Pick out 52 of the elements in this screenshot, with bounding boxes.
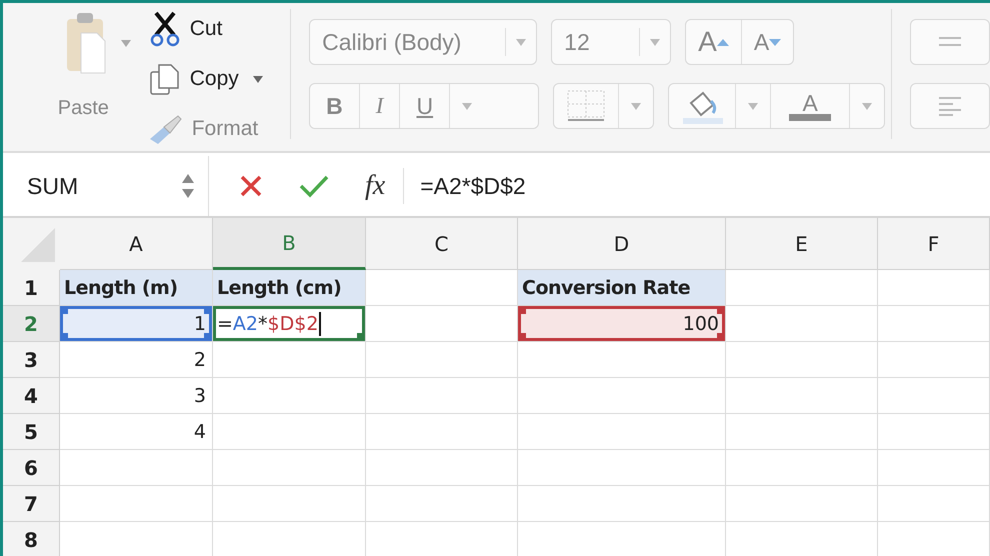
triangle-down-icon: [769, 38, 782, 46]
check-icon: [299, 174, 329, 198]
table-cell: 2: [60, 342, 213, 378]
spinner-arrows-icon: [182, 173, 194, 199]
align-left-button[interactable]: [910, 83, 990, 129]
cut-button[interactable]: Cut: [148, 9, 284, 49]
color-bar: [789, 114, 832, 120]
caret-icon: [862, 102, 872, 110]
caret-icon: [462, 102, 472, 110]
align-left-icon: [937, 96, 964, 116]
row-header[interactable]: 3: [3, 342, 60, 378]
copy-button[interactable]: Copy: [148, 59, 284, 99]
row-header[interactable]: 8: [3, 522, 60, 556]
table-cell: Length (m): [60, 270, 213, 306]
column-header[interactable]: D: [518, 218, 726, 270]
column-header[interactable]: C: [366, 218, 518, 270]
row-header[interactable]: 4: [3, 378, 60, 414]
cell-editor[interactable]: =A2*$D$2: [217, 312, 322, 336]
table-cell: Conversion Rate: [518, 270, 726, 306]
formula-input[interactable]: =A2*$D$2: [420, 172, 526, 200]
copy-icon: [148, 62, 182, 96]
cell-text: 100: [682, 312, 719, 334]
caret-icon: [121, 40, 132, 46]
enter-button[interactable]: [299, 174, 329, 198]
row-header[interactable]: 5: [3, 414, 60, 450]
borders-icon: [566, 89, 606, 123]
row-header[interactable]: 6: [3, 450, 60, 486]
triangle-up-icon: [716, 38, 729, 46]
lines-icon: [937, 36, 964, 48]
insert-function-button[interactable]: fx: [365, 168, 404, 204]
caret-icon: [748, 102, 758, 110]
caret-icon: [631, 102, 642, 110]
close-icon: [239, 174, 263, 198]
table-cell: 3: [60, 378, 213, 414]
brush-icon: [148, 113, 184, 145]
column-header[interactable]: F: [878, 218, 990, 270]
clipboard-icon: [65, 11, 108, 75]
name-box[interactable]: SUM: [3, 156, 209, 216]
row-header[interactable]: 1: [3, 270, 60, 306]
table-cell: Length (cm): [213, 270, 366, 306]
column-header[interactable]: A: [60, 218, 213, 270]
cancel-button[interactable]: [239, 174, 263, 198]
column-header[interactable]: B: [213, 218, 366, 270]
row-header[interactable]: 2: [3, 306, 60, 342]
caret-icon: [650, 38, 660, 46]
caret-icon: [516, 38, 526, 46]
align-top-button[interactable]: [910, 19, 990, 65]
table-cell: 4: [60, 414, 213, 450]
caret-icon: [252, 76, 263, 82]
cell-text: 1: [194, 312, 206, 334]
row-header[interactable]: 7: [3, 486, 60, 522]
column-header[interactable]: E: [726, 218, 878, 270]
